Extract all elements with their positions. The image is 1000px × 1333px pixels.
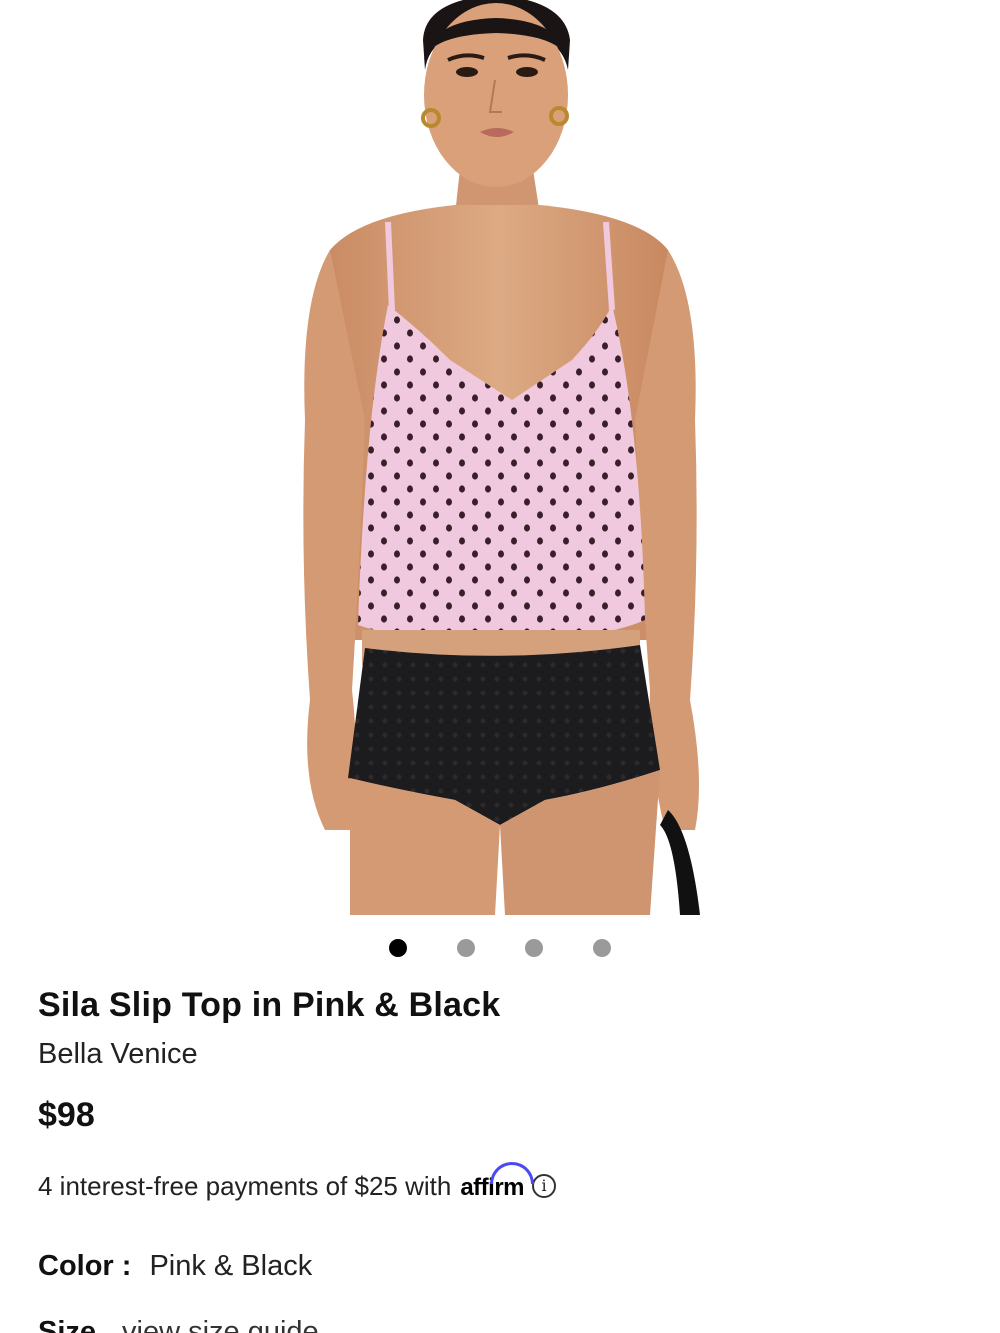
carousel-dot-3[interactable] xyxy=(525,939,543,957)
color-label: Color : xyxy=(38,1250,132,1282)
product-image[interactable] xyxy=(0,0,1000,915)
installments-row: 4 interest-free payments of $25 with aff… xyxy=(38,1162,962,1206)
carousel-dot-1[interactable] xyxy=(389,939,407,957)
color-value: Pink & Black xyxy=(149,1250,313,1282)
affirm-logo: affirm xyxy=(460,1162,535,1206)
carousel-dot-4[interactable] xyxy=(593,939,611,957)
product-page: Sila Slip Top in Pink & Black Bella Veni… xyxy=(0,0,1000,1333)
product-title: Sila Slip Top in Pink & Black xyxy=(38,986,501,1024)
size-label: Size xyxy=(38,1316,97,1333)
carousel-dot-2[interactable] xyxy=(457,939,475,957)
brand-link[interactable]: Bella Venice xyxy=(38,1032,198,1076)
product-price: $98 xyxy=(38,1096,95,1134)
info-icon[interactable]: i xyxy=(532,1174,557,1198)
carousel-pagination xyxy=(0,939,1000,959)
size-guide-link[interactable]: view size guide xyxy=(122,1316,319,1333)
installments-text: 4 interest-free payments of $25 with xyxy=(38,1171,452,1201)
model-photo xyxy=(303,0,700,915)
color-row: Color : Pink & Black xyxy=(38,1246,962,1286)
product-info: Sila Slip Top in Pink & Black Bella Veni… xyxy=(38,980,962,1286)
size-row: Size view size guide xyxy=(38,1316,319,1333)
affirm-arc-icon xyxy=(490,1162,535,1184)
